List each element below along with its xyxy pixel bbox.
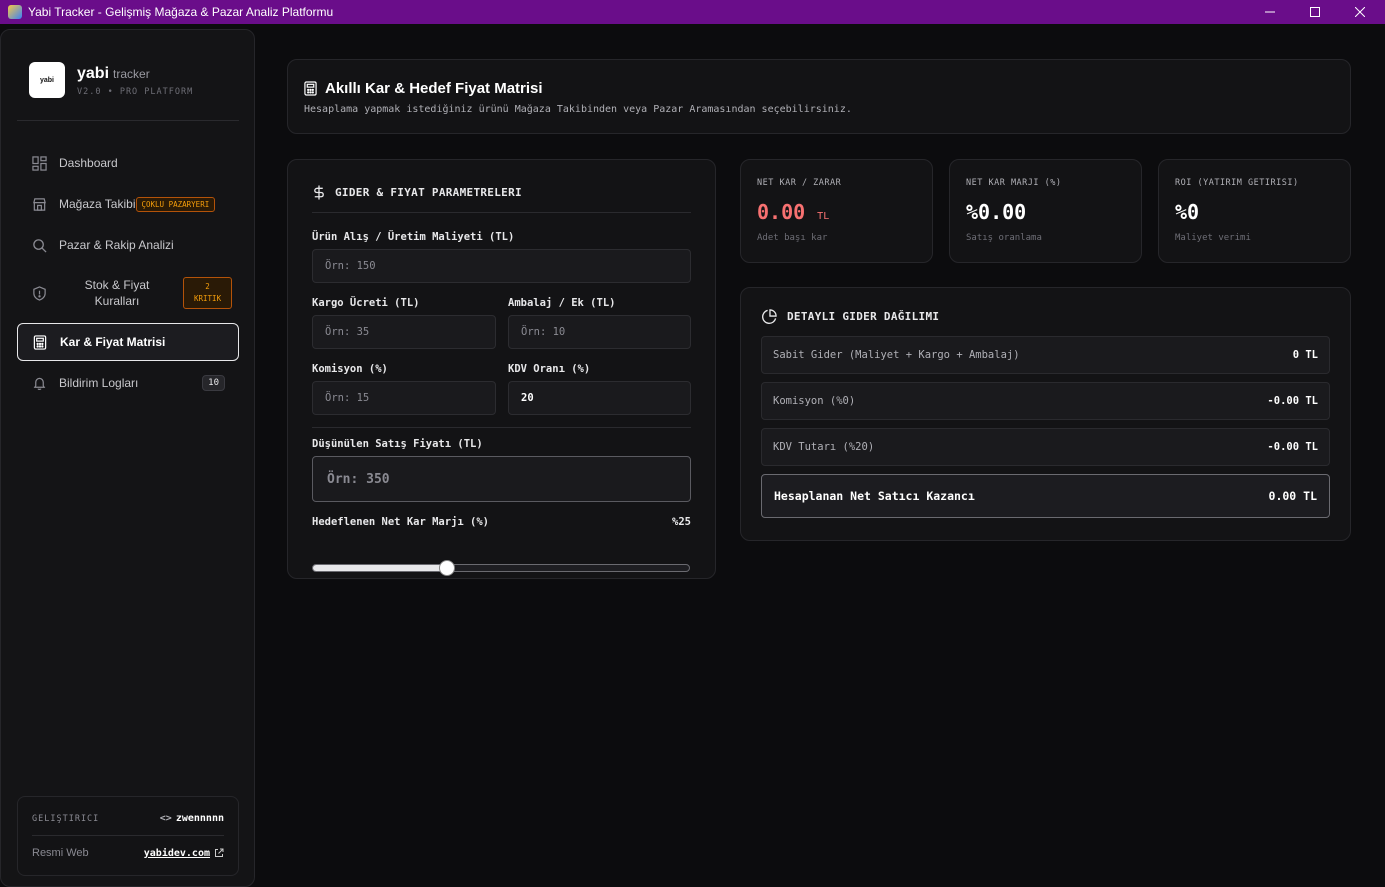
app-root: yabi yabi tracker V2.0 • PRO PLATFORM Das… (0, 24, 1385, 887)
sidebar-item-label: Stok & Fiyat Kuralları (84, 278, 150, 308)
sidebar-item-label: Dashboard (59, 156, 118, 170)
params-divider-2 (312, 427, 691, 428)
calculator-icon (304, 81, 317, 96)
shield-icon (31, 285, 47, 301)
stat-value: %0.00 (966, 200, 1027, 224)
maximize-button[interactable] (1292, 0, 1338, 24)
stat-card-margin: NET KAR MARJI (%) %0.00 Satış oranlama (949, 159, 1142, 263)
page-header: Akıllı Kar & Hedef Fiyat Matrisi Hesapla… (287, 59, 1351, 134)
brand: yabi yabi tracker V2.0 • PRO PLATFORM (29, 62, 193, 98)
sale-price-input[interactable]: Örn: 350 (312, 456, 691, 502)
cargo-label: Kargo Ücreti (TL) (312, 297, 420, 309)
params-card: GIDER & FIYAT PARAMETRELERI Ürün Alış / … (287, 159, 716, 579)
sidebar-item-label: Kar & Fiyat Matrisi (60, 335, 166, 349)
brand-sub: tracker (113, 67, 150, 81)
breakdown-title: DETAYLI GIDER DAĞILIMI (762, 309, 939, 324)
commission-label: Komisyon (%) (312, 363, 388, 375)
sidebar-item-stock-rules[interactable]: Stok & Fiyat Kuralları 2 KRITIK (17, 270, 239, 316)
brand-name: yabi (77, 65, 110, 82)
stat-label: ROI (YATIRIM GETIRISI) (1175, 178, 1299, 188)
stat-card-roi: ROI (YATIRIM GETIRISI) %0 Maliyet verimi (1158, 159, 1351, 263)
pie-chart-icon (762, 309, 777, 324)
developer-divider (32, 835, 224, 836)
stat-value: 0.00 TL (757, 200, 830, 224)
stat-label: NET KAR / ZARAR (757, 178, 842, 188)
sidebar-item-store-tracking[interactable]: Mağaza Takibi ÇOKLU PAZARYERI (17, 186, 239, 222)
breakdown-total: Hesaplanan Net Satıcı Kazancı 0.00 TL (761, 474, 1330, 518)
cost-label: Ürün Alış / Üretim Maliyeti (TL) (312, 231, 515, 243)
cost-input[interactable]: Örn: 150 (312, 249, 691, 283)
brand-version: V2.0 • PRO PLATFORM (77, 87, 194, 97)
code-icon: <> (159, 813, 172, 824)
target-margin-slider[interactable] (312, 560, 690, 576)
stat-note: Satış oranlama (966, 233, 1042, 243)
developer-handle[interactable]: <> zwennnnn (160, 813, 224, 824)
stat-note: Maliyet verimi (1175, 233, 1251, 243)
close-icon (1355, 7, 1365, 17)
search-icon (31, 237, 47, 253)
sidebar-item-notification-logs[interactable]: Bildirim Logları 10 (17, 365, 239, 401)
web-label: Resmi Web (32, 847, 89, 859)
sidebar-item-label: Mağaza Takibi (59, 197, 136, 211)
packaging-input[interactable]: Örn: 10 (508, 315, 691, 349)
window-titlebar: Yabi Tracker - Gelişmiş Mağaza & Pazar A… (0, 0, 1385, 24)
dollar-icon (313, 185, 325, 200)
commission-input[interactable]: Örn: 15 (312, 381, 496, 415)
slider-fill (313, 565, 447, 571)
window-title: Yabi Tracker - Gelişmiş Mağaza & Pazar A… (28, 5, 334, 19)
page-title: Akıllı Kar & Hedef Fiyat Matrisi (304, 80, 543, 97)
external-link-icon (215, 848, 224, 857)
bell-icon (31, 375, 47, 391)
calculator-icon (32, 334, 48, 350)
target-margin-value: %25 (672, 516, 691, 528)
sidebar-item-label: Bildirim Logları (59, 376, 139, 390)
brand-logo: yabi (29, 62, 65, 98)
sale-price-label: Düşünülen Satış Fiyatı (TL) (312, 438, 483, 450)
params-title: GIDER & FIYAT PARAMETRELERI (313, 185, 522, 200)
website-link[interactable]: yabidev.com (144, 848, 224, 859)
sidebar: yabi yabi tracker V2.0 • PRO PLATFORM Das… (0, 29, 255, 887)
critical-badge: 2 KRITIK (183, 277, 233, 309)
breakdown-row-vat: KDV Tutarı (%20) -0.00 TL (761, 428, 1330, 466)
target-margin-label: Hedeflenen Net Kar Marjı (%) (312, 516, 490, 528)
page-subtitle: Hesaplama yapmak istediğiniz ürünü Mağaz… (304, 104, 852, 115)
multi-marketplace-badge: ÇOKLU PAZARYERI (135, 196, 216, 212)
minimize-button[interactable] (1247, 0, 1293, 24)
vat-label: KDV Oranı (%) (508, 363, 591, 375)
app-icon (8, 5, 22, 19)
sidebar-item-dashboard[interactable]: Dashboard (17, 145, 239, 181)
cost-breakdown-card: DETAYLI GIDER DAĞILIMI Sabit Gider (Mali… (740, 287, 1351, 541)
packaging-label: Ambalaj / Ek (TL) (508, 297, 616, 309)
sidebar-item-label: Pazar & Rakip Analizi (59, 238, 174, 252)
params-divider (312, 212, 691, 213)
stat-unit: TL (817, 211, 830, 222)
slider-thumb[interactable] (439, 560, 455, 576)
notification-count-badge: 10 (202, 375, 225, 391)
stat-value: %0 (1175, 200, 1200, 224)
stat-label: NET KAR MARJI (%) (966, 178, 1062, 188)
breakdown-row-commission: Komisyon (%0) -0.00 TL (761, 382, 1330, 420)
vat-input[interactable]: 20 (508, 381, 691, 415)
cargo-input[interactable]: Örn: 35 (312, 315, 496, 349)
stat-note: Adet başı kar (757, 233, 828, 243)
dashboard-icon (31, 155, 47, 171)
store-icon (31, 196, 47, 212)
developer-card: GELIŞTIRICI <> zwennnnn Resmi Web yabidev… (17, 796, 239, 876)
sidebar-item-profit-matrix[interactable]: Kar & Fiyat Matrisi (17, 323, 239, 361)
stat-card-net-profit: NET KAR / ZARAR 0.00 TL Adet başı kar (740, 159, 933, 263)
sidebar-item-market-analysis[interactable]: Pazar & Rakip Analizi (17, 227, 239, 263)
minimize-icon (1265, 11, 1275, 13)
developer-label: GELIŞTIRICI (32, 813, 100, 824)
maximize-icon (1310, 7, 1320, 17)
sidebar-divider (17, 120, 239, 121)
breakdown-row-fixed: Sabit Gider (Maliyet + Kargo + Ambalaj) … (761, 336, 1330, 374)
close-button[interactable] (1337, 0, 1383, 24)
